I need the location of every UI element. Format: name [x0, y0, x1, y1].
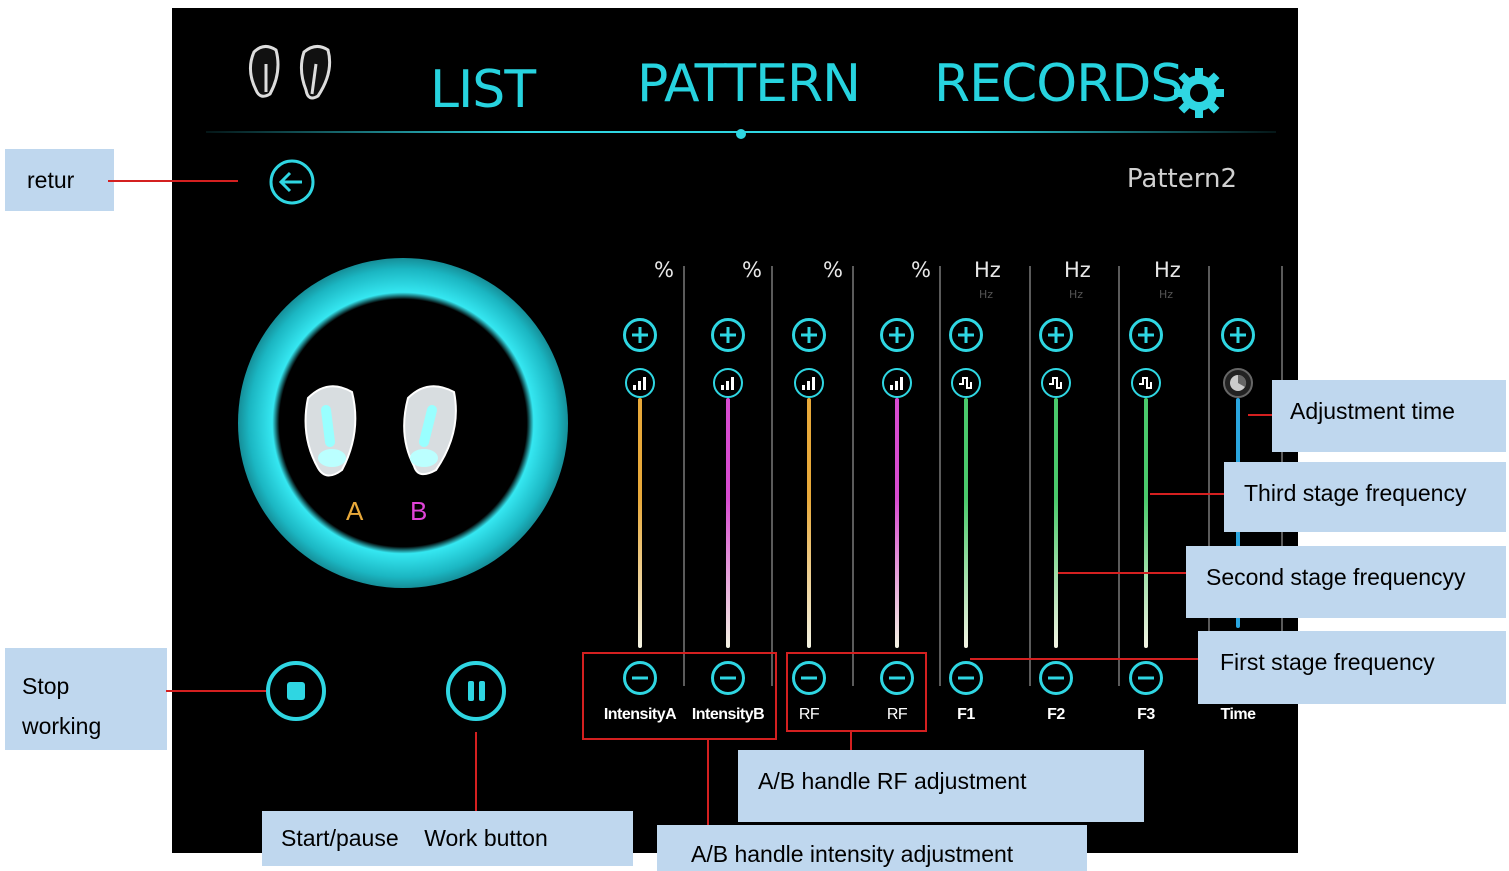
stop-button[interactable]	[266, 661, 326, 721]
annotation-third-stage: Third stage frequency	[1224, 462, 1506, 532]
slider-label: F1	[957, 706, 975, 723]
annotation-intensity: A/B handle intensity adjustment	[657, 825, 1087, 871]
slider-unit-sub: Hz	[1159, 288, 1174, 301]
slider-unit: Hz	[1064, 258, 1091, 282]
annotation-first-stage: First stage frequency	[1198, 631, 1506, 704]
slider-track[interactable]	[964, 398, 968, 648]
annotation-line	[475, 732, 477, 811]
annotation-adjust-time: Adjustment time	[1272, 380, 1506, 452]
active-tab-indicator	[736, 129, 746, 139]
tab-records[interactable]: RECORDS	[934, 54, 1183, 114]
signal-bars-icon[interactable]	[794, 368, 824, 398]
slider-track[interactable]	[895, 398, 899, 648]
increase-button[interactable]	[792, 318, 826, 352]
signal-bars-icon[interactable]	[713, 368, 743, 398]
increase-button[interactable]	[623, 318, 657, 352]
slider-unit-sub: Hz	[1069, 288, 1084, 301]
slider-track[interactable]	[1054, 398, 1058, 648]
slider-track[interactable]	[807, 398, 811, 648]
slider-unit: %	[654, 258, 674, 282]
slider-label: Time	[1220, 706, 1256, 723]
tab-pattern[interactable]: PATTERN	[637, 54, 861, 114]
handpieces-icon	[304, 385, 457, 477]
slider-label: F3	[1137, 706, 1155, 723]
slider-unit: Hz	[1154, 258, 1181, 282]
decrease-button[interactable]	[949, 661, 983, 695]
rf-highlight-box	[786, 652, 927, 732]
annotation-second-stage: Second stage frequencyy	[1186, 546, 1506, 618]
waveform-icon[interactable]	[951, 368, 981, 398]
annotation-line	[1248, 414, 1272, 416]
annotation-line	[108, 180, 238, 182]
waveform-icon[interactable]	[1041, 368, 1071, 398]
pause-icon	[468, 681, 474, 701]
increase-button[interactable]	[711, 318, 745, 352]
handle-b-label: B	[410, 496, 428, 526]
time-knob-icon[interactable]	[1223, 368, 1253, 398]
gear-icon[interactable]	[1172, 66, 1226, 120]
annotation-stop: Stop working	[5, 648, 167, 750]
decrease-button[interactable]	[1129, 661, 1163, 695]
signal-bars-icon[interactable]	[625, 368, 655, 398]
slider-track[interactable]	[638, 398, 642, 648]
slider-unit-sub: Hz	[979, 288, 994, 301]
pause-button[interactable]	[446, 661, 506, 721]
column-divider	[939, 266, 941, 686]
annotation-line	[850, 732, 852, 750]
back-arrow-icon[interactable]	[268, 158, 316, 206]
handpiece-icon	[249, 45, 332, 100]
column-divider	[1029, 266, 1031, 686]
slider-unit: %	[742, 258, 762, 282]
column-divider	[771, 266, 773, 686]
column-divider	[1118, 266, 1120, 686]
column-divider	[1208, 266, 1210, 686]
increase-button[interactable]	[1129, 318, 1163, 352]
column-divider	[683, 266, 685, 686]
signal-bars-icon[interactable]	[882, 368, 912, 398]
stop-icon	[287, 682, 305, 700]
waveform-icon[interactable]	[1131, 368, 1161, 398]
annotation-line	[1058, 572, 1186, 574]
slider-track[interactable]	[1144, 398, 1148, 648]
increase-button[interactable]	[1221, 318, 1255, 352]
increase-button[interactable]	[880, 318, 914, 352]
increase-button[interactable]	[1039, 318, 1073, 352]
handle-a-label: A	[346, 496, 364, 526]
increase-button[interactable]	[949, 318, 983, 352]
intensity-highlight-box	[582, 652, 777, 740]
pattern-name: Pattern2	[1126, 164, 1237, 194]
slider-track[interactable]	[726, 398, 730, 648]
slider-unit: Hz	[974, 258, 1001, 282]
annotation-start-pause: Start/pause Work button	[262, 811, 633, 866]
slider-label: F2	[1047, 706, 1065, 723]
annotation-rf: A/B handle RF adjustment	[738, 750, 1144, 822]
annotation-line	[1150, 493, 1224, 495]
column-divider	[852, 266, 854, 686]
annotation-line	[707, 740, 709, 825]
annotation-return: retur	[5, 149, 114, 211]
tab-list[interactable]: LIST	[430, 60, 536, 120]
annotation-line	[970, 658, 1198, 660]
slider-unit: %	[911, 258, 931, 282]
slider-unit: %	[823, 258, 843, 282]
annotation-line	[166, 690, 266, 692]
decrease-button[interactable]	[1039, 661, 1073, 695]
